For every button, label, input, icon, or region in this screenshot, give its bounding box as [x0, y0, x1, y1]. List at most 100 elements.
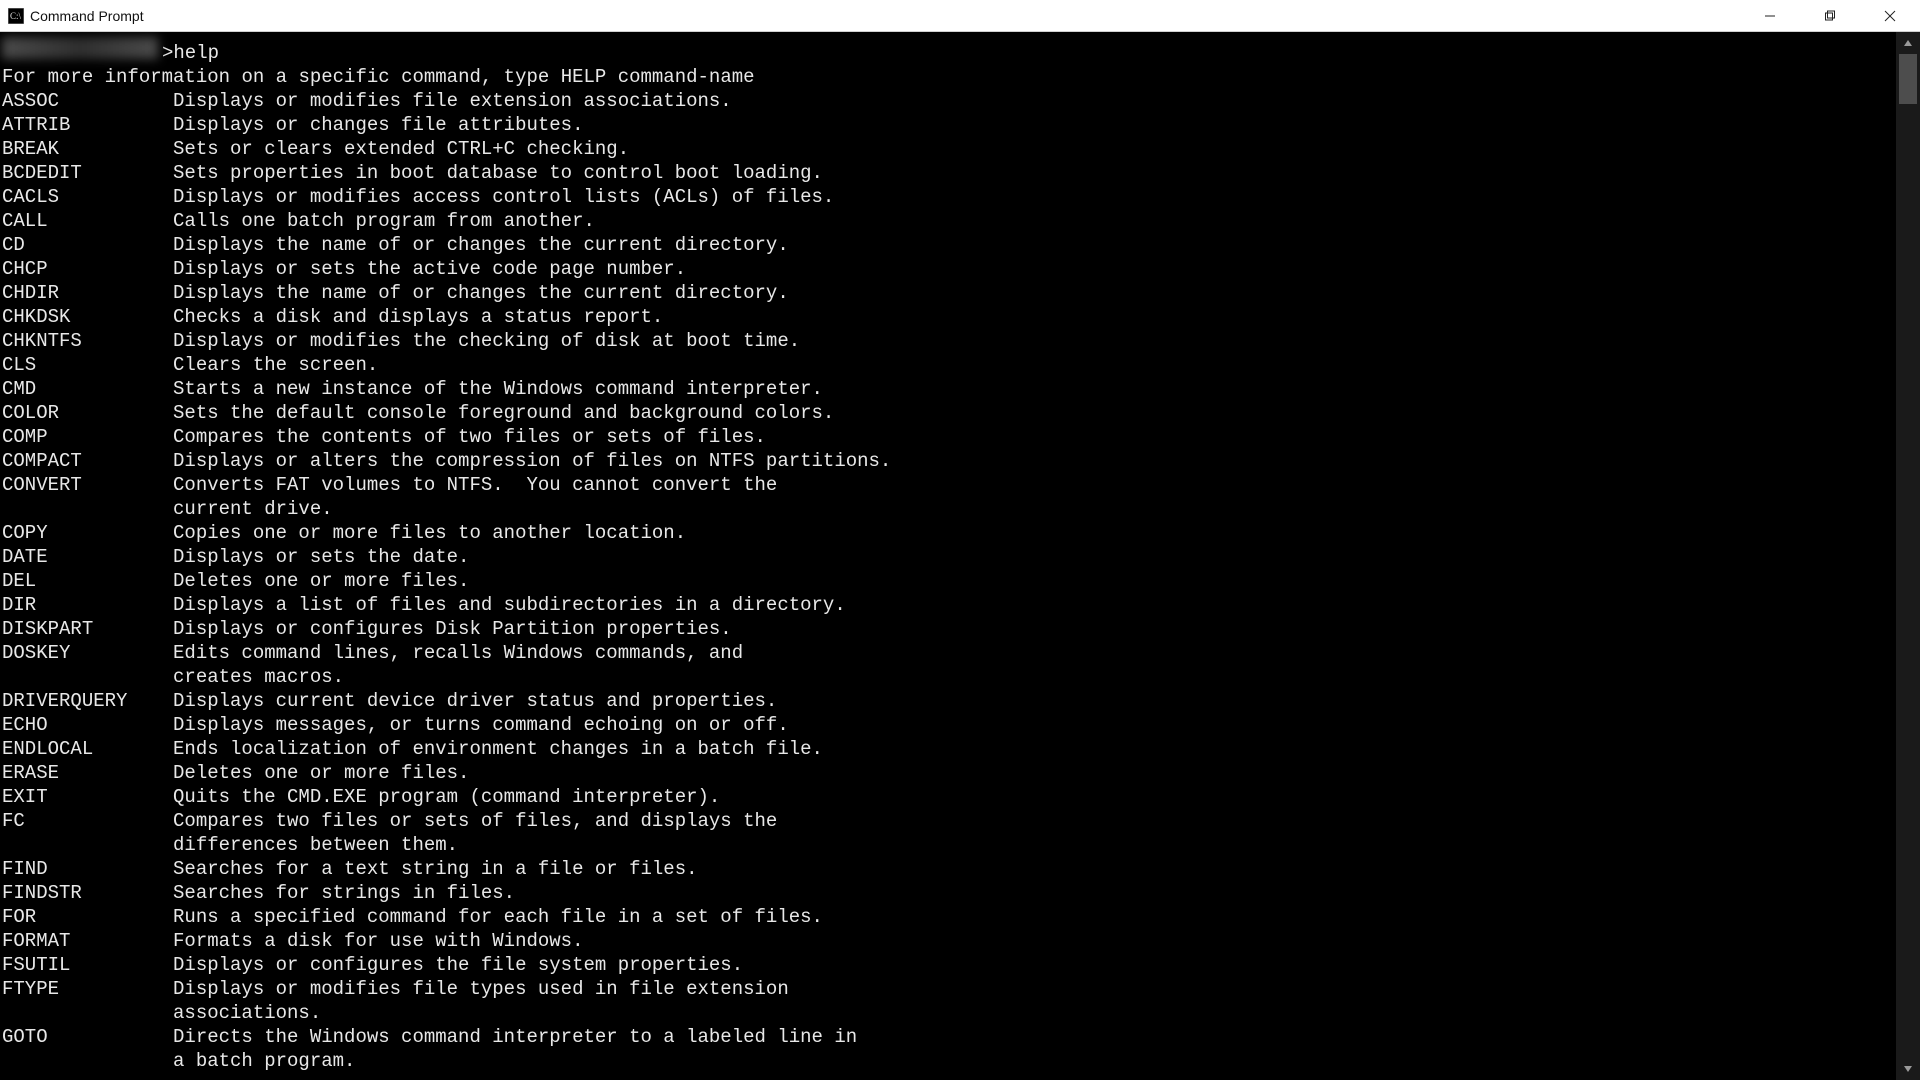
- command-name: BREAK: [2, 137, 173, 161]
- command-name: ERASE: [2, 761, 173, 785]
- command-name: CALL: [2, 209, 173, 233]
- command-name: CACLS: [2, 185, 173, 209]
- command-desc: Deletes one or more files.: [173, 761, 469, 785]
- scrollbar[interactable]: [1896, 32, 1920, 1080]
- terminal-area: >helpFor more information on a specific …: [0, 32, 1920, 1080]
- command-desc: Converts FAT volumes to NTFS. You cannot…: [173, 473, 777, 497]
- scrollbar-track[interactable]: [1896, 54, 1920, 1058]
- command-desc: Sets or clears extended CTRL+C checking.: [173, 137, 629, 161]
- help-row: COMPCompares the contents of two files o…: [2, 425, 1896, 449]
- help-row: FTYPEDisplays or modifies file types use…: [2, 977, 1896, 1001]
- help-row: associations.: [2, 1001, 1896, 1025]
- help-row: EXITQuits the CMD.EXE program (command i…: [2, 785, 1896, 809]
- help-row: CLSClears the screen.: [2, 353, 1896, 377]
- help-row: FORRuns a specified command for each fil…: [2, 905, 1896, 929]
- command-desc: Displays or modifies the checking of dis…: [173, 329, 800, 353]
- command-name: DIR: [2, 593, 173, 617]
- command-desc: Displays or configures Disk Partition pr…: [173, 617, 732, 641]
- command-desc: Displays or modifies access control list…: [173, 185, 834, 209]
- command-name: ATTRIB: [2, 113, 173, 137]
- command-indent: [2, 1049, 173, 1073]
- command-desc: differences between them.: [173, 833, 458, 857]
- cmd-icon: C:\: [8, 8, 24, 24]
- command-desc: Searches for a text string in a file or …: [173, 857, 698, 881]
- help-row: ASSOCDisplays or modifies file extension…: [2, 89, 1896, 113]
- minimize-button[interactable]: [1740, 0, 1800, 31]
- terminal-output[interactable]: >helpFor more information on a specific …: [0, 32, 1896, 1080]
- help-row: CHKDSKChecks a disk and displays a statu…: [2, 305, 1896, 329]
- command-name: COMPACT: [2, 449, 173, 473]
- command-desc: Displays the name of or changes the curr…: [173, 233, 789, 257]
- command-desc: Displays a list of files and subdirector…: [173, 593, 846, 617]
- command-desc: Displays or configures the file system p…: [173, 953, 743, 977]
- help-row: ATTRIBDisplays or changes file attribute…: [2, 113, 1896, 137]
- command-name: CHDIR: [2, 281, 173, 305]
- command-name: ASSOC: [2, 89, 173, 113]
- command-name: FTYPE: [2, 977, 173, 1001]
- help-row: CHKNTFSDisplays or modifies the checking…: [2, 329, 1896, 353]
- command-name: CMD: [2, 377, 173, 401]
- help-row: CACLSDisplays or modifies access control…: [2, 185, 1896, 209]
- command-desc: current drive.: [173, 497, 333, 521]
- close-button[interactable]: [1860, 0, 1920, 31]
- titlebar[interactable]: C:\ Command Prompt: [0, 0, 1920, 32]
- maximize-button[interactable]: [1800, 0, 1860, 31]
- command-name: CLS: [2, 353, 173, 377]
- blurred-path: [2, 37, 158, 59]
- command-name: ENDLOCAL: [2, 737, 173, 761]
- command-name: CHCP: [2, 257, 173, 281]
- command-name: CHKDSK: [2, 305, 173, 329]
- command-name: EXIT: [2, 785, 173, 809]
- help-row: DATEDisplays or sets the date.: [2, 545, 1896, 569]
- help-row: CONVERTConverts FAT volumes to NTFS. You…: [2, 473, 1896, 497]
- help-row: FINDSTRSearches for strings in files.: [2, 881, 1896, 905]
- command-desc: Displays or modifies file types used in …: [173, 977, 789, 1001]
- command-desc: Directs the Windows command interpreter …: [173, 1025, 857, 1049]
- command-desc: Formats a disk for use with Windows.: [173, 929, 583, 953]
- command-name: DOSKEY: [2, 641, 173, 665]
- help-row: CDDisplays the name of or changes the cu…: [2, 233, 1896, 257]
- command-desc: Displays or sets the active code page nu…: [173, 257, 686, 281]
- command-desc: Displays current device driver status an…: [173, 689, 777, 713]
- command-desc: Ends localization of environment changes…: [173, 737, 823, 761]
- command-desc: Edits command lines, recalls Windows com…: [173, 641, 743, 665]
- command-desc: Displays the name of or changes the curr…: [173, 281, 789, 305]
- help-row: ERASEDeletes one or more files.: [2, 761, 1896, 785]
- scrollbar-thumb[interactable]: [1899, 54, 1917, 104]
- command-desc: associations.: [173, 1001, 321, 1025]
- command-desc: Sets the default console foreground and …: [173, 401, 834, 425]
- typed-command: >help: [162, 42, 219, 64]
- command-desc: Searches for strings in files.: [173, 881, 515, 905]
- command-desc: Quits the CMD.EXE program (command inter…: [173, 785, 720, 809]
- help-row: DRIVERQUERYDisplays current device drive…: [2, 689, 1896, 713]
- command-name: CD: [2, 233, 173, 257]
- help-row: ENDLOCALEnds localization of environment…: [2, 737, 1896, 761]
- help-row: CMDStarts a new instance of the Windows …: [2, 377, 1896, 401]
- command-desc: Starts a new instance of the Windows com…: [173, 377, 823, 401]
- command-name: COMP: [2, 425, 173, 449]
- help-row: GOTODirects the Windows command interpre…: [2, 1025, 1896, 1049]
- command-desc: Copies one or more files to another loca…: [173, 521, 686, 545]
- command-desc: a batch program.: [173, 1049, 355, 1073]
- command-name: BCDEDIT: [2, 161, 173, 185]
- help-row: FCCompares two files or sets of files, a…: [2, 809, 1896, 833]
- command-name: CONVERT: [2, 473, 173, 497]
- command-desc: Clears the screen.: [173, 353, 378, 377]
- scroll-up-button[interactable]: [1896, 32, 1920, 54]
- command-desc: Displays or sets the date.: [173, 545, 469, 569]
- scroll-down-button[interactable]: [1896, 1058, 1920, 1080]
- command-desc: Displays messages, or turns command echo…: [173, 713, 789, 737]
- help-row: FINDSearches for a text string in a file…: [2, 857, 1896, 881]
- command-indent: [2, 497, 173, 521]
- help-intro: For more information on a specific comma…: [2, 65, 1896, 89]
- command-desc: Compares two files or sets of files, and…: [173, 809, 777, 833]
- command-desc: Compares the contents of two files or se…: [173, 425, 766, 449]
- command-name: DEL: [2, 569, 173, 593]
- command-desc: Displays or modifies file extension asso…: [173, 89, 732, 113]
- help-row: FORMATFormats a disk for use with Window…: [2, 929, 1896, 953]
- command-name: FORMAT: [2, 929, 173, 953]
- help-row: creates macros.: [2, 665, 1896, 689]
- command-name: DISKPART: [2, 617, 173, 641]
- command-desc: Deletes one or more files.: [173, 569, 469, 593]
- help-row: DOSKEYEdits command lines, recalls Windo…: [2, 641, 1896, 665]
